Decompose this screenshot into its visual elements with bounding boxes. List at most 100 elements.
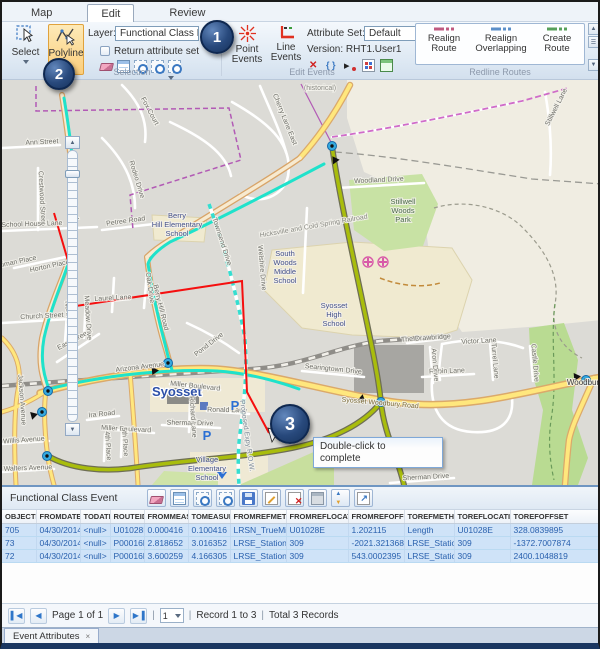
cell[interactable]: 72	[2, 550, 36, 563]
cell[interactable]: U01028E	[110, 524, 144, 537]
table-row[interactable]: 70504/30/2014 <null>U01028E 0.0004160.10…	[2, 524, 600, 537]
column-header[interactable]: TODATE	[80, 510, 110, 524]
column-header[interactable]: TOREFMETHOD	[404, 510, 454, 524]
tab-map[interactable]: Map	[18, 4, 65, 21]
cell[interactable]: 0.000416	[144, 524, 188, 537]
column-header[interactable]: OBJECTID	[2, 510, 36, 524]
cell[interactable]: 04/30/2014	[36, 537, 80, 550]
clear-selection-button[interactable]	[147, 489, 166, 507]
cell[interactable]: U01028E	[454, 524, 510, 537]
zoom-slider[interactable]: ▲ ▼	[64, 136, 81, 436]
street-label: Sherman Drive	[402, 473, 449, 482]
cell[interactable]: 4.166305	[188, 550, 230, 563]
ribbon-scroll-thumb[interactable]: ☰	[588, 36, 599, 48]
cell[interactable]: <null>	[80, 524, 110, 537]
options-button[interactable]	[354, 489, 373, 507]
street-label: Fox Court	[139, 96, 160, 126]
zoom-slider-handle[interactable]	[65, 170, 80, 178]
cell[interactable]: LRSE_Stations	[404, 537, 454, 550]
next-page-button[interactable]: ▶	[108, 608, 125, 624]
return-attribute-set-checkbox[interactable]	[100, 46, 110, 56]
cell[interactable]: 0.100416	[188, 524, 230, 537]
version-label: Version: RHT1.User1	[307, 44, 401, 55]
cell[interactable]: 309	[454, 550, 510, 563]
tab-edit[interactable]: Edit	[87, 4, 134, 22]
cell[interactable]: 309	[286, 537, 348, 550]
cell[interactable]: <null>	[80, 537, 110, 550]
place-label: School	[166, 229, 189, 238]
table-row[interactable]: 7304/30/2014 <null>P00016N 2.8186523.016…	[2, 537, 600, 550]
cell[interactable]: P00016N	[110, 537, 144, 550]
sort-button[interactable]	[331, 489, 350, 507]
cell[interactable]: 04/30/2014	[36, 550, 80, 563]
last-page-button[interactable]: ▶▐	[130, 608, 147, 624]
cell[interactable]: 2400.1048819	[510, 550, 600, 563]
zoom-slider-track[interactable]	[67, 150, 78, 422]
cell[interactable]: P00016N	[110, 550, 144, 563]
cell[interactable]: LRSE_Stations	[230, 550, 286, 563]
column-header[interactable]: FROMREFOFFSET	[348, 510, 404, 524]
column-header[interactable]: FROMREFMETHOD	[230, 510, 286, 524]
table-row[interactable]: 7204/30/2014 <null>P00016N 3.6002594.166…	[2, 550, 600, 563]
prev-page-button[interactable]: ◀	[30, 608, 47, 624]
realign-overlapping-button[interactable]: Realign Overlapping	[472, 26, 530, 64]
cell[interactable]: 73	[2, 537, 36, 550]
cell[interactable]: -1372.7007874	[510, 537, 600, 550]
total-records-text: Total 3 Records	[269, 610, 338, 621]
edit-record-button[interactable]	[262, 489, 281, 507]
layer-combobox[interactable]: Functional Class Event	[115, 26, 199, 41]
zoom-to-selected-button[interactable]	[193, 489, 212, 507]
cell[interactable]: 3.016352	[188, 537, 230, 550]
event-attributes-tab[interactable]: Event Attributes ×	[4, 628, 99, 643]
column-header[interactable]: TOREFOFFSET	[510, 510, 600, 524]
zoom-out-button[interactable]: ▼	[65, 423, 80, 436]
pan-to-selected-button[interactable]	[216, 489, 235, 507]
ribbon-scroll-down[interactable]: ▼	[588, 59, 599, 71]
place-label: Stillwell	[390, 197, 415, 206]
cell[interactable]: LRSE_Stations	[230, 537, 286, 550]
delete-record-button[interactable]	[285, 489, 304, 507]
realign-route-button[interactable]: Realign Route	[418, 26, 470, 64]
event-attributes-window-icon[interactable]	[362, 59, 375, 72]
cell[interactable]: U01028E	[286, 524, 348, 537]
street-label: Walters Avenue	[4, 464, 53, 473]
place-label: South	[275, 249, 295, 258]
cell[interactable]: 04/30/2014	[36, 524, 80, 537]
cell[interactable]: 3.600259	[144, 550, 188, 563]
realign-overlapping-icon	[491, 26, 511, 32]
ribbon-scroll-up[interactable]: ▲	[588, 23, 599, 35]
column-header[interactable]: FROMMEASURE	[144, 510, 188, 524]
place-label: School	[274, 276, 297, 285]
point-events-button[interactable]: Point Events	[228, 24, 266, 75]
select-dropdown-caret[interactable]	[23, 60, 29, 64]
create-route-icon	[547, 26, 567, 32]
cell[interactable]: 2.818652	[144, 537, 188, 550]
column-header[interactable]: TOMEASURE	[188, 510, 230, 524]
cell[interactable]: 309	[454, 537, 510, 550]
cell[interactable]: LRSE_Stations	[404, 550, 454, 563]
column-header[interactable]: TOREFLOCATION	[454, 510, 510, 524]
first-page-button[interactable]: ▌◀	[8, 608, 25, 624]
zoom-in-button[interactable]: ▲	[65, 136, 80, 149]
cell[interactable]: Length	[404, 524, 454, 537]
cell[interactable]: <null>	[80, 550, 110, 563]
select-button[interactable]: Select	[7, 24, 44, 75]
cell[interactable]: -2021.3213681	[348, 537, 404, 550]
event-table-icon[interactable]	[380, 59, 393, 72]
cell[interactable]: 1.202115	[348, 524, 404, 537]
column-header[interactable]: FROMDATE	[36, 510, 80, 524]
table-window-button[interactable]	[308, 489, 327, 507]
page-number-dropdown[interactable]: 1	[160, 608, 184, 623]
show-table-button[interactable]	[170, 489, 189, 507]
tab-review[interactable]: Review	[156, 4, 218, 21]
column-header[interactable]: FROMREFLOCATION	[286, 510, 348, 524]
cell[interactable]: LRSN_TrueMile	[230, 524, 286, 537]
cell[interactable]: 328.0839895	[510, 524, 600, 537]
close-icon[interactable]: ×	[86, 632, 91, 641]
create-route-button[interactable]: Create Route	[532, 26, 582, 64]
column-header[interactable]: ROUTEID	[110, 510, 144, 524]
cell[interactable]: 543.0002395	[348, 550, 404, 563]
save-button[interactable]	[239, 489, 258, 507]
cell[interactable]: 705	[2, 524, 36, 537]
cell[interactable]: 309	[286, 550, 348, 563]
